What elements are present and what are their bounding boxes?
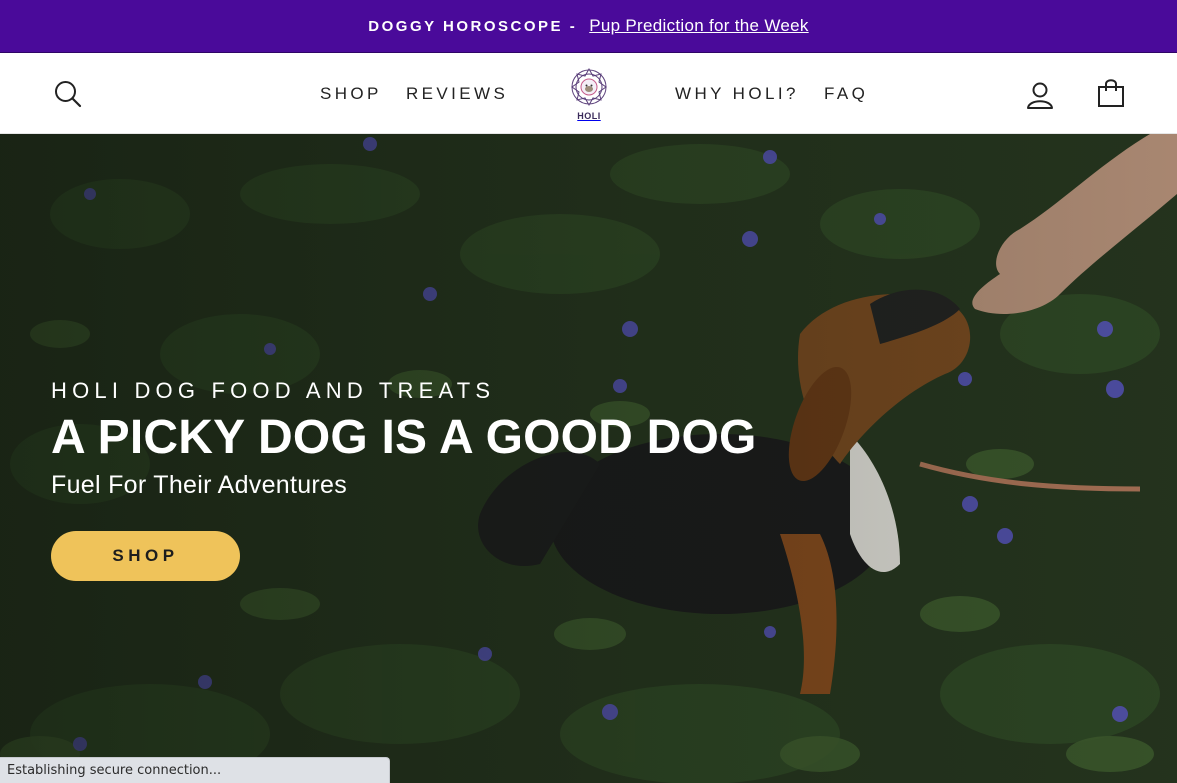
shop-button[interactable]: SHOP xyxy=(51,531,240,581)
announcement-lead: DOGGY HOROSCOPE - xyxy=(368,17,578,35)
logo-text: HOLI xyxy=(577,111,601,121)
nav-reviews[interactable]: REVIEWS xyxy=(406,84,508,104)
search-icon[interactable] xyxy=(53,79,83,109)
hero-banner: HOLI DOG FOOD AND TREATS A PICKY DOG IS … xyxy=(0,134,1177,783)
hero-eyebrow: HOLI DOG FOOD AND TREATS xyxy=(51,378,496,403)
account-icon[interactable] xyxy=(1025,80,1055,110)
logo-mandala-icon xyxy=(571,67,607,107)
announcement-link[interactable]: Pup Prediction for the Week xyxy=(589,16,808,36)
cart-icon[interactable] xyxy=(1096,77,1126,109)
holi-logo[interactable]: HOLI xyxy=(566,66,612,122)
site-header: SHOP REVIEWS HOLI WHY HOLI? FAQ xyxy=(0,53,1177,134)
nav-why-holi[interactable]: WHY HOLI? xyxy=(675,84,799,104)
hero-headline: A PICKY DOG IS A GOOD DOG xyxy=(51,411,757,464)
nav-faq[interactable]: FAQ xyxy=(824,84,868,104)
browser-status-bar: Establishing secure connection... xyxy=(0,757,390,783)
hero-subhead: Fuel For Their Adventures xyxy=(51,471,348,499)
hero-copy: HOLI DOG FOOD AND TREATS A PICKY DOG IS … xyxy=(51,378,757,500)
announcement-bar: DOGGY HOROSCOPE - Pup Prediction for the… xyxy=(0,0,1177,53)
nav-shop[interactable]: SHOP xyxy=(320,84,382,104)
